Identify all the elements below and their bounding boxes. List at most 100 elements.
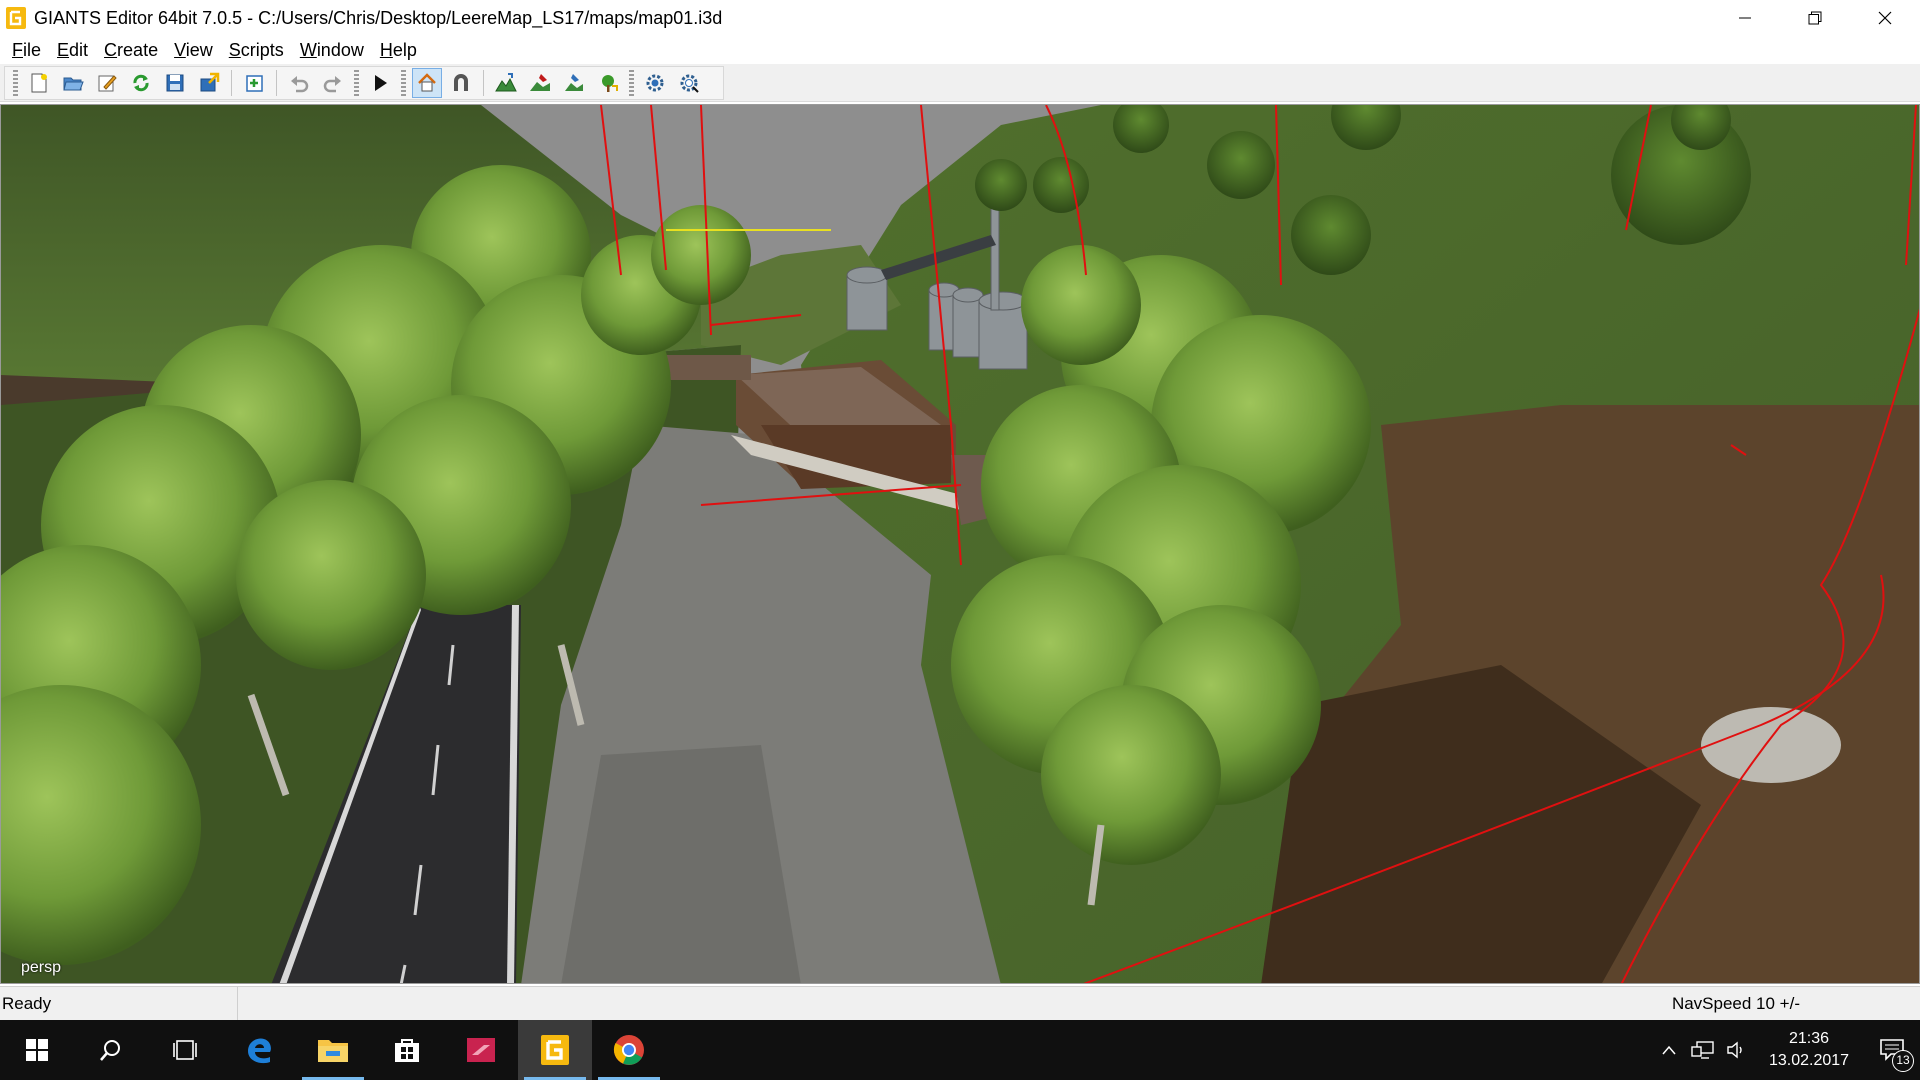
minimize-button[interactable] (1710, 0, 1780, 36)
store-icon (395, 1039, 419, 1062)
edge-browser-icon (248, 1038, 271, 1064)
menu-edit[interactable]: Edit (49, 37, 96, 63)
undo-button[interactable] (284, 68, 314, 98)
giants-editor-icon (6, 7, 26, 29)
terrain-sculpt-button[interactable] (491, 68, 521, 98)
taskbar-file-explorer[interactable] (296, 1020, 370, 1080)
taskbar-red-app[interactable] (444, 1020, 518, 1080)
new-file-button[interactable] (24, 68, 54, 98)
toolbar-separator (483, 70, 484, 96)
edit-button[interactable] (92, 68, 122, 98)
snap-button[interactable] (446, 68, 476, 98)
nav-speed-text: NavSpeed 10 +/- (1671, 994, 1800, 1013)
close-button[interactable] (1850, 0, 1920, 36)
system-tray: 21:36 13.02.2017 13 (1652, 1020, 1920, 1080)
window-controls (1710, 0, 1920, 36)
settings-gear-alt-icon (680, 74, 699, 93)
toolbar-grip[interactable] (629, 70, 634, 96)
minimize-icon (1739, 17, 1751, 19)
chevron-up-icon (1662, 1045, 1676, 1055)
menu-help[interactable]: Help (372, 37, 425, 63)
close-icon (1878, 11, 1892, 25)
redo-icon (323, 76, 341, 93)
network-icon (1691, 1041, 1714, 1059)
save-button[interactable] (160, 68, 190, 98)
import-button[interactable] (239, 68, 269, 98)
windows-start-icon (26, 1039, 48, 1061)
menu-bar: File Edit Create View Scripts Window Hel… (0, 36, 1920, 64)
settings-alt-button[interactable] (674, 68, 704, 98)
taskbar-edge[interactable] (222, 1020, 296, 1080)
menu-file[interactable]: File (4, 37, 49, 63)
open-folder-icon (63, 77, 84, 91)
search-button[interactable] (74, 1020, 148, 1080)
status-text: Ready (2, 987, 238, 1021)
restore-icon (1808, 11, 1822, 25)
menu-view[interactable]: View (166, 37, 221, 63)
toolbar-strip (4, 66, 724, 100)
save-icon (166, 74, 184, 92)
menu-create[interactable]: Create (96, 37, 166, 63)
network-button[interactable] (1686, 1020, 1720, 1080)
toolbar-grip[interactable] (354, 70, 359, 96)
toolbar-grip[interactable] (401, 70, 406, 96)
task-view-button[interactable] (148, 1020, 222, 1080)
open-button[interactable] (58, 68, 88, 98)
action-center-button[interactable]: 13 (1864, 1020, 1920, 1080)
reload-icon (133, 74, 149, 92)
search-icon (100, 1040, 120, 1061)
toolbar (0, 64, 1920, 102)
volume-icon (1727, 1041, 1742, 1059)
snap-magnet-icon (454, 74, 468, 91)
status-bar: Ready NavSpeed 10 +/- (0, 986, 1920, 1021)
reload-button[interactable] (126, 68, 156, 98)
toolbar-separator (231, 70, 232, 96)
import-icon (246, 75, 263, 92)
settings-button[interactable] (640, 68, 670, 98)
play-button[interactable] (365, 68, 395, 98)
toolbar-grip[interactable] (13, 70, 18, 96)
home-icon (418, 73, 436, 92)
tree-paint-icon (602, 75, 618, 92)
task-view-icon (173, 1040, 197, 1060)
red-app-icon (467, 1038, 495, 1062)
start-button[interactable] (0, 1020, 74, 1080)
edit-icon (98, 75, 117, 92)
scene-render[interactable] (1, 105, 1920, 984)
undo-icon (291, 76, 309, 93)
restore-button[interactable] (1780, 0, 1850, 36)
terrain-paint-icon (530, 74, 550, 91)
foliage-paint-button[interactable] (559, 68, 589, 98)
volume-button[interactable] (1720, 1020, 1754, 1080)
file-explorer-icon (318, 1040, 348, 1062)
3d-viewport[interactable]: persp (0, 104, 1920, 984)
tree-paint-button[interactable] (593, 68, 623, 98)
toolbar-separator (276, 70, 277, 96)
title-bar: GIANTS Editor 64bit 7.0.5 - C:/Users/Chr… (0, 0, 1920, 36)
clock-time: 21:36 (1788, 1030, 1830, 1047)
window-title: GIANTS Editor 64bit 7.0.5 - C:/Users/Chr… (34, 7, 723, 28)
taskbar-chrome[interactable] (592, 1020, 666, 1080)
camera-label: persp (21, 959, 62, 976)
export-button[interactable] (194, 68, 224, 98)
menu-window[interactable]: Window (292, 37, 372, 63)
terrain-sculpt-icon (495, 73, 517, 92)
taskbar-store[interactable] (370, 1020, 444, 1080)
home-button[interactable] (412, 68, 442, 98)
taskbar: 21:36 13.02.2017 13 (0, 1020, 1920, 1080)
new-file-icon (31, 73, 47, 93)
terrain-paint-button[interactable] (525, 68, 555, 98)
export-icon (200, 72, 220, 92)
redo-button[interactable] (318, 68, 348, 98)
taskbar-giants-editor[interactable] (518, 1020, 592, 1080)
giants-editor-taskbar-icon (541, 1035, 569, 1065)
chrome-icon (613, 1035, 644, 1065)
settings-gear-icon (646, 74, 664, 92)
foliage-paint-icon (565, 74, 583, 91)
show-hidden-icons-button[interactable] (1652, 1020, 1686, 1080)
clock-date: 13.02.2017 (1768, 1052, 1850, 1069)
play-icon (375, 75, 387, 91)
menu-scripts[interactable]: Scripts (221, 37, 292, 63)
notification-count-badge: 13 (1892, 1050, 1914, 1072)
clock[interactable]: 21:36 13.02.2017 (1754, 1028, 1864, 1072)
